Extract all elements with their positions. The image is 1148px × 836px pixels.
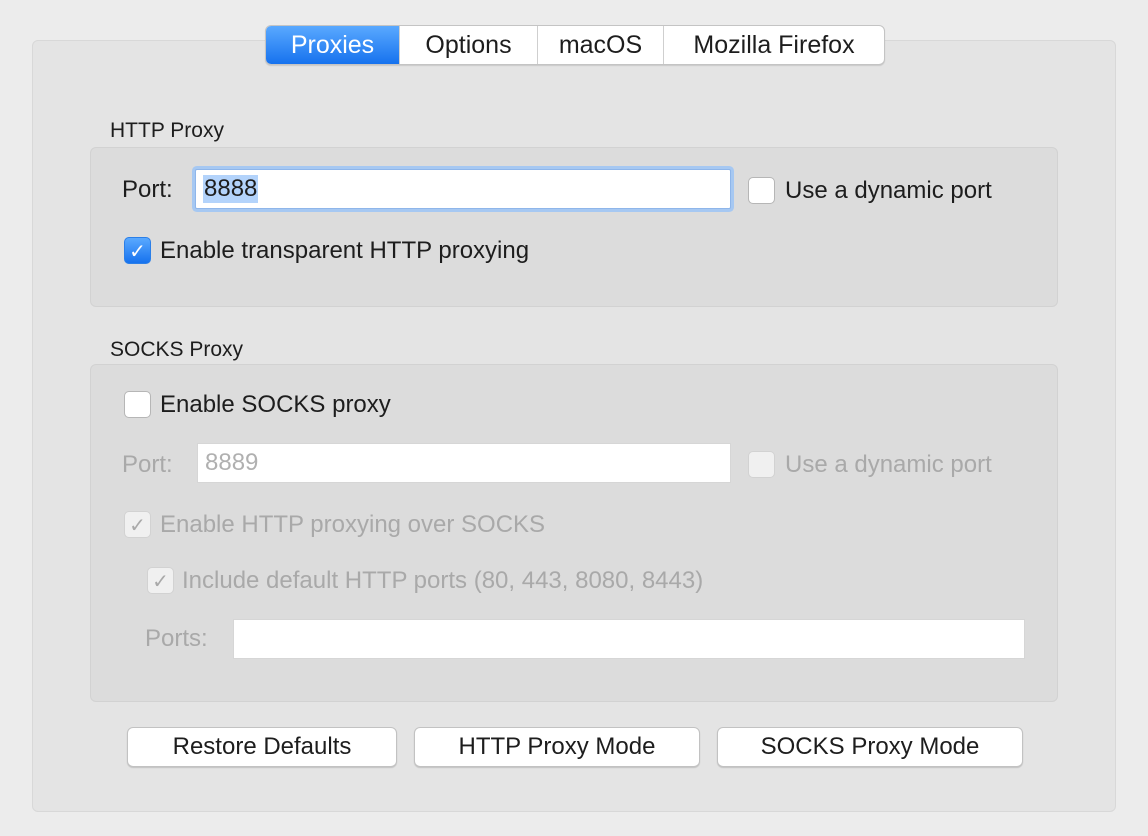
socks-port-label: Port: — [122, 451, 173, 478]
http-port-label: Port: — [122, 176, 173, 203]
checkmark-icon: ✓ — [129, 238, 146, 263]
socks-dynamic-port-checkbox[interactable] — [748, 451, 775, 478]
tab-bar: Proxies Options macOS Mozilla Firefox — [265, 25, 885, 65]
socks-proxy-mode-button[interactable]: SOCKS Proxy Mode — [717, 727, 1023, 767]
http-dynamic-port-checkbox[interactable] — [748, 177, 775, 204]
enable-socks-checkbox[interactable] — [124, 391, 151, 418]
http-over-socks-label: Enable HTTP proxying over SOCKS — [160, 511, 546, 538]
socks-dynamic-port-label: Use a dynamic port — [785, 451, 992, 478]
http-proxy-mode-button[interactable]: HTTP Proxy Mode — [414, 727, 700, 767]
http-port-input[interactable]: 8888 — [195, 169, 731, 209]
socks-port-input[interactable]: 8889 — [197, 443, 731, 483]
checkmark-icon: ✓ — [129, 512, 146, 537]
ports-label: Ports: — [145, 625, 208, 652]
http-dynamic-port-label: Use a dynamic port — [785, 177, 992, 204]
tab-macos[interactable]: macOS — [538, 26, 664, 64]
http-proxy-title: HTTP Proxy — [110, 119, 224, 142]
tab-options[interactable]: Options — [400, 26, 538, 64]
checkmark-icon: ✓ — [152, 568, 169, 593]
http-port-value: 8888 — [203, 175, 259, 203]
include-default-ports-checkbox[interactable]: ✓ — [147, 567, 174, 594]
restore-defaults-button[interactable]: Restore Defaults — [127, 727, 397, 767]
socks-proxy-title: SOCKS Proxy — [110, 338, 244, 361]
include-default-ports-label: Include default HTTP ports (80, 443, 808… — [182, 567, 704, 594]
tab-proxies[interactable]: Proxies — [266, 26, 400, 64]
socks-port-placeholder: 8889 — [205, 449, 259, 476]
tab-mozilla-firefox[interactable]: Mozilla Firefox — [664, 26, 884, 64]
enable-socks-label: Enable SOCKS proxy — [160, 391, 391, 418]
ports-input[interactable] — [233, 619, 1025, 659]
transparent-proxying-label: Enable transparent HTTP proxying — [160, 237, 530, 264]
transparent-proxying-checkbox[interactable]: ✓ — [124, 237, 151, 264]
http-over-socks-checkbox[interactable]: ✓ — [124, 511, 151, 538]
